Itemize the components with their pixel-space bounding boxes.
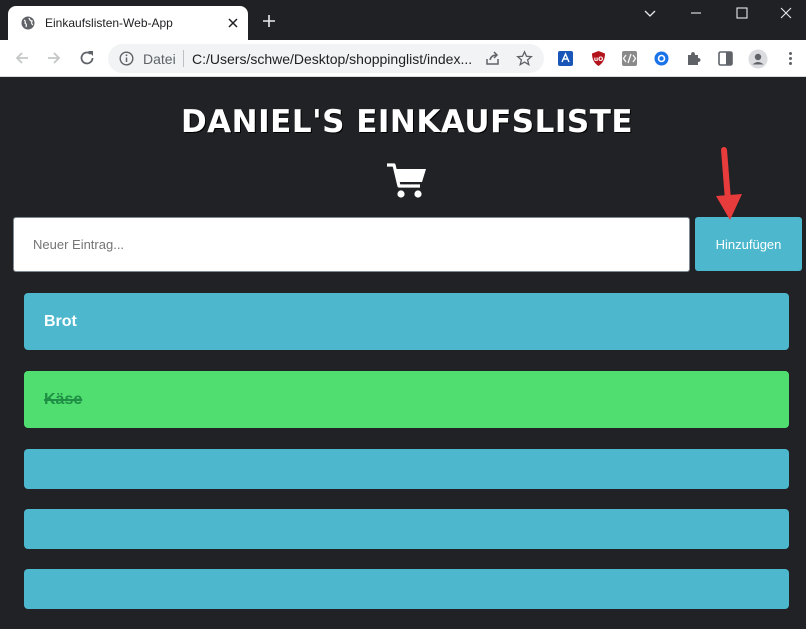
- window-close-button[interactable]: [763, 0, 806, 26]
- list-item-label: Brot: [44, 313, 77, 330]
- minimize-icon: [691, 12, 701, 14]
- arrow-annotation-icon: [716, 147, 742, 220]
- minimize-button[interactable]: [673, 0, 719, 26]
- forward-icon[interactable]: [45, 49, 63, 67]
- app-page: DANIEL'S EINKAUFSLISTE Hinzufügen Brot K…: [0, 78, 806, 629]
- close-icon[interactable]: [226, 16, 240, 30]
- list-item[interactable]: Brot: [24, 293, 789, 350]
- tab-search-button[interactable]: [627, 0, 673, 26]
- address-scheme: Datei: [143, 51, 176, 67]
- side-panel-icon[interactable]: [717, 50, 734, 67]
- browser-tab[interactable]: Einkaufslisten-Web-App: [8, 6, 248, 40]
- reload-icon[interactable]: [78, 49, 96, 67]
- browser-toolbar: Datei C:/Users/schwe/Desktop/shoppinglis…: [0, 40, 806, 77]
- svg-text:uO: uO: [594, 56, 603, 63]
- shopping-cart-icon: [387, 163, 426, 198]
- share-icon[interactable]: [484, 50, 501, 67]
- link-extension-icon[interactable]: [653, 50, 670, 67]
- address-url[interactable]: C:/Users/schwe/Desktop/shoppinglist/inde…: [192, 51, 472, 67]
- chevron-down-icon: [644, 10, 656, 17]
- address-bar[interactable]: Datei C:/Users/schwe/Desktop/shoppinglis…: [108, 44, 544, 73]
- puzzle-icon[interactable]: [685, 50, 702, 67]
- info-icon[interactable]: [119, 51, 134, 66]
- page-title: DANIEL'S EINKAUFSLISTE: [180, 104, 634, 140]
- tab-title: Einkaufslisten-Web-App: [45, 16, 173, 30]
- profile-avatar-icon[interactable]: [748, 49, 768, 69]
- menu-kebab-icon[interactable]: [782, 50, 799, 67]
- ublock-icon[interactable]: uO: [590, 50, 607, 67]
- list-item-done[interactable]: Käse: [24, 371, 789, 428]
- close-icon: [780, 7, 792, 19]
- globe-icon: [21, 16, 35, 30]
- maximize-button[interactable]: [719, 0, 765, 26]
- list-item[interactable]: [24, 509, 789, 549]
- plus-icon[interactable]: [261, 13, 277, 29]
- code-extension-icon[interactable]: [621, 50, 638, 67]
- list-item[interactable]: [24, 449, 789, 489]
- address-divider: [183, 50, 184, 67]
- new-entry-input[interactable]: [13, 217, 690, 272]
- tab-strip: Einkaufslisten-Web-App: [0, 0, 806, 40]
- list-item-label: Käse: [44, 391, 83, 408]
- star-icon[interactable]: [516, 50, 533, 67]
- extension-a-icon[interactable]: [557, 50, 574, 67]
- list-item[interactable]: [24, 569, 789, 609]
- back-icon[interactable]: [13, 49, 31, 67]
- maximize-icon: [736, 7, 748, 19]
